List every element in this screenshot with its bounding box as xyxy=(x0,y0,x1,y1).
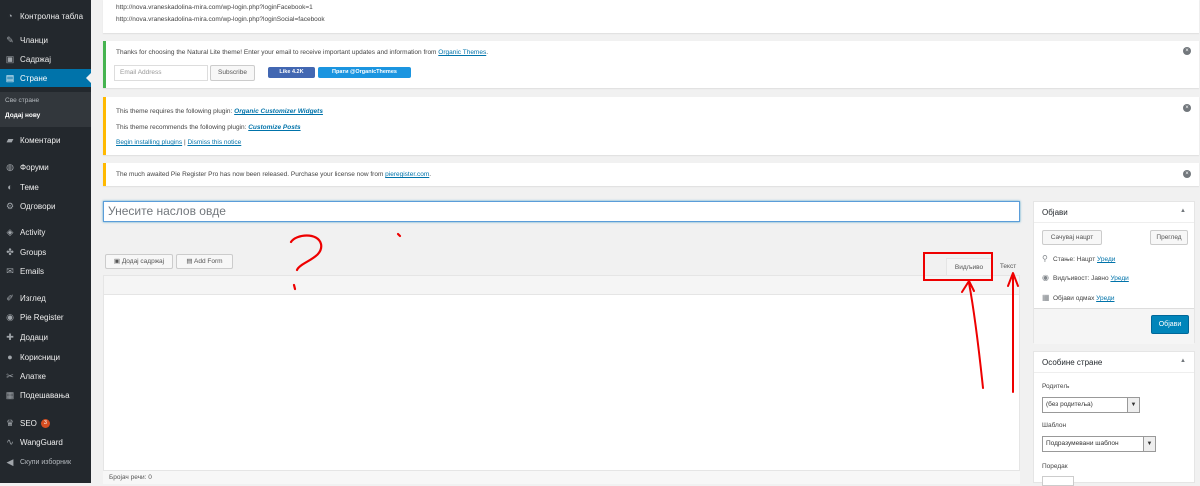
dot-annotation xyxy=(396,232,402,238)
annotation-overlay xyxy=(289,232,1019,393)
arrow-to-visual-tab xyxy=(961,280,984,389)
question-mark-annotation xyxy=(289,234,323,291)
arrow-to-text-tab xyxy=(1007,272,1019,393)
